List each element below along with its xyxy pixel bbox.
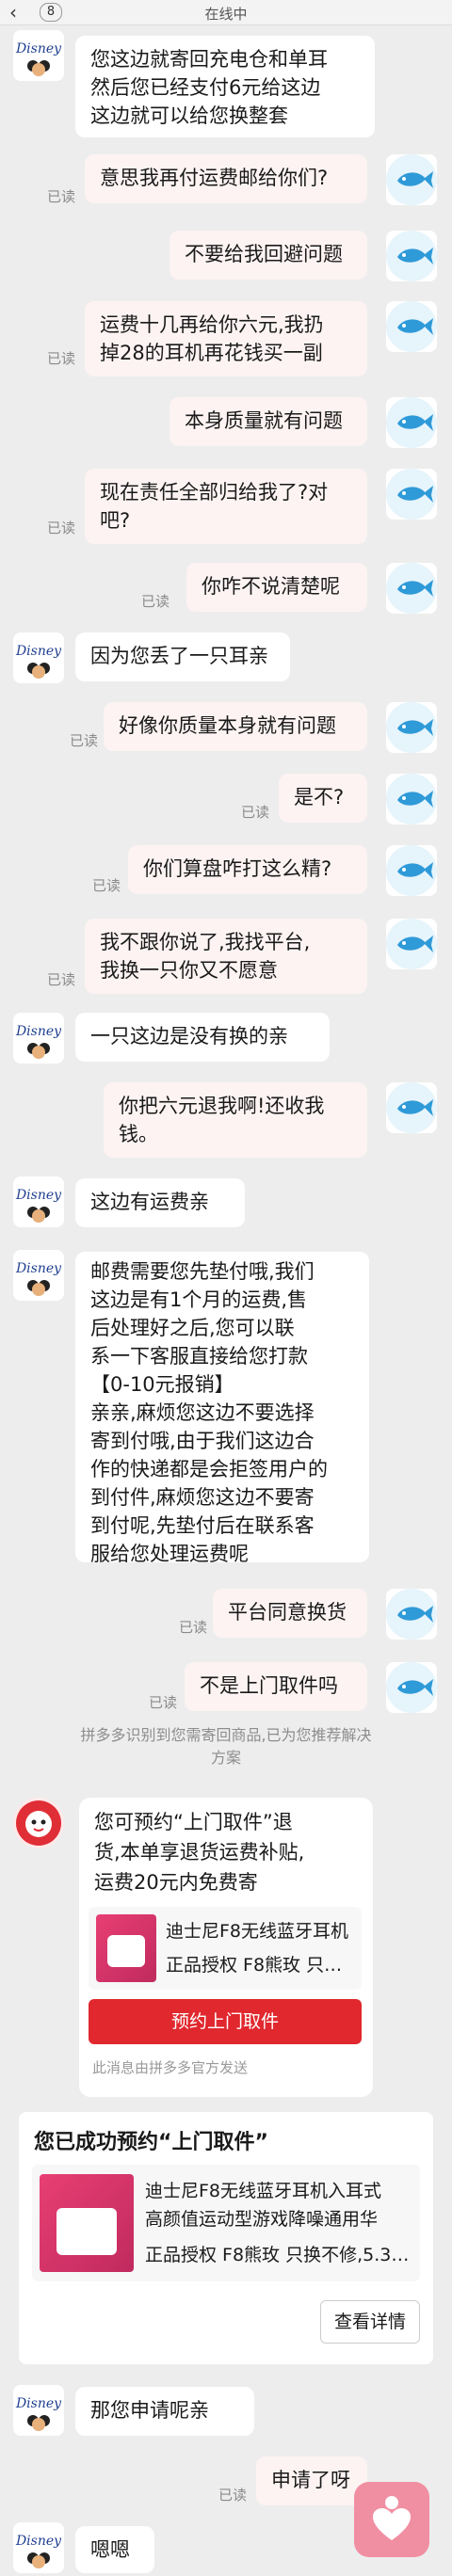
- online-status: 在线中: [204, 6, 248, 23]
- fish-avatar-icon[interactable]: [386, 1082, 437, 1133]
- message-bubble: 你们算盘咋打这么精?: [128, 845, 367, 894]
- message-bubble: 您这边就寄回充电仓和单耳 然后您已经支付6元给这边 这边就可以给您换整套: [75, 36, 375, 137]
- view-details-button[interactable]: 查看详情: [320, 2300, 420, 2344]
- message-bubble: 是不?: [279, 774, 367, 823]
- read-receipt: 已读: [141, 593, 170, 610]
- message-bubble: 不是上门取件吗: [185, 1662, 367, 1711]
- fish-avatar-icon[interactable]: [386, 774, 437, 824]
- read-receipt: 已读: [70, 732, 99, 749]
- disney-logo-icon[interactable]: [13, 30, 64, 81]
- book-pickup-button[interactable]: 预约上门取件: [89, 1999, 362, 2044]
- message-bubble: 好像你质量本身就有问题: [104, 702, 367, 751]
- disney-logo-icon[interactable]: [13, 632, 64, 683]
- product-thumbnail: [96, 1914, 156, 1982]
- read-receipt: 已读: [149, 1694, 178, 1711]
- fish-avatar-icon[interactable]: [386, 1589, 437, 1640]
- product-subtitle: 正品授权 F8熊玫 只不修: [166, 1955, 352, 1976]
- fish-avatar-icon[interactable]: [386, 231, 437, 281]
- read-receipt: 已读: [47, 350, 76, 367]
- product-title-line2: 高颜值运动型游戏降噪通用华: [145, 2209, 379, 2230]
- message-bubble: 不要给我回避问题: [170, 231, 367, 280]
- message-bubble: 一只这边是没有换的亲: [75, 1013, 330, 1062]
- message-bubble: 嗯嗯: [75, 2526, 154, 2573]
- message-bubble: 你咋不说清楚呢: [186, 563, 367, 612]
- message-bubble: 平台同意换货: [213, 1589, 367, 1638]
- fish-avatar-icon[interactable]: [386, 919, 437, 969]
- fish-avatar-icon[interactable]: [386, 301, 437, 352]
- official-footer: 此消息由拼多多官方发送: [92, 2059, 249, 2076]
- product-subtitle: 正品授权 F8熊玫 只换不修,5.3蓝牙: [145, 2245, 412, 2265]
- pickup-recommendation-card: 您可预约“上门取件”退 货,本单享退货运费补贴, 运费20元内免费寄 迪士尼F8…: [79, 1798, 373, 2097]
- product-preview[interactable]: 迪士尼F8无线蓝牙耳机入耳式 高颜值运动型游戏降噪通用华 正品授权 F8熊玫 只…: [32, 2165, 420, 2281]
- read-receipt: 已读: [241, 804, 270, 821]
- message-bubble: 现在责任全部归给我了?对 吧?: [85, 469, 367, 544]
- message-bubble: 意思我再付运费邮给你们?: [85, 154, 367, 203]
- disney-logo-icon[interactable]: [13, 1013, 64, 1064]
- pinduoduo-mascot-icon: [13, 1798, 64, 1848]
- read-receipt: 已读: [218, 2487, 248, 2504]
- read-receipt: 已读: [47, 520, 76, 536]
- message-bubble: 邮费需要您先垫付哦,我们 这边是有1个月的运费,售 后处理好之后,您可以联 系一…: [75, 1252, 369, 1565]
- chat-header: ‹ 8 在线中: [0, 0, 452, 25]
- success-title: 您已成功预约“上门取件”: [34, 2131, 268, 2154]
- message-bubble: 那您申请呢亲: [75, 2387, 254, 2436]
- message-bubble: 申请了呀: [256, 2456, 367, 2505]
- read-receipt: 已读: [92, 877, 121, 894]
- read-receipt: 已读: [47, 188, 76, 205]
- message-bubble: 这边有运费亲: [75, 1178, 245, 1227]
- heart-fab-icon[interactable]: [354, 2482, 429, 2557]
- message-bubble: 运费十几再给你六元,我扔 掉28的耳机再花钱买一副: [85, 301, 367, 376]
- disney-logo-icon[interactable]: [13, 2385, 64, 2436]
- read-receipt: 已读: [179, 1619, 208, 1636]
- disney-logo-icon[interactable]: [13, 1250, 64, 1301]
- fish-avatar-icon[interactable]: [386, 397, 437, 448]
- product-preview[interactable]: 迪士尼F8无线蓝牙耳机 正品授权 F8熊玫 只不修: [89, 1907, 362, 1990]
- fish-avatar-icon[interactable]: [386, 563, 437, 614]
- system-note: 拼多多识别到您需寄回商品,已为您推荐解决 方案: [80, 1726, 372, 1767]
- disney-logo-icon[interactable]: [13, 2522, 64, 2573]
- message-bubble: 我不跟你说了,我找平台, 我换一只你又不愿意: [85, 919, 367, 994]
- product-title: 迪士尼F8无线蓝牙耳机入耳式: [145, 2181, 382, 2201]
- pickup-card-text: 您可预约“上门取件”退 货,本单享退货运费补贴, 运费20元内免费寄: [94, 1811, 305, 1894]
- fish-avatar-icon[interactable]: [386, 845, 437, 896]
- message-bubble: 本身质量就有问题: [170, 397, 367, 446]
- fish-avatar-icon[interactable]: [386, 469, 437, 520]
- fish-avatar-icon[interactable]: [386, 1662, 437, 1713]
- disney-logo-icon[interactable]: [13, 1176, 64, 1227]
- fish-avatar-icon[interactable]: [386, 154, 437, 205]
- pickup-success-card: 您已成功预约“上门取件” 迪士尼F8无线蓝牙耳机入耳式 高颜值运动型游戏降噪通用…: [19, 2112, 433, 2364]
- product-thumbnail: [40, 2174, 134, 2272]
- product-title: 迪士尼F8无线蓝牙耳机: [166, 1921, 349, 1942]
- message-bubble: 你把六元退我啊!还收我 钱。: [104, 1082, 367, 1158]
- fish-avatar-icon[interactable]: [386, 702, 437, 753]
- message-bubble: 因为您丢了一只耳亲: [75, 632, 290, 681]
- read-receipt: 已读: [47, 971, 76, 988]
